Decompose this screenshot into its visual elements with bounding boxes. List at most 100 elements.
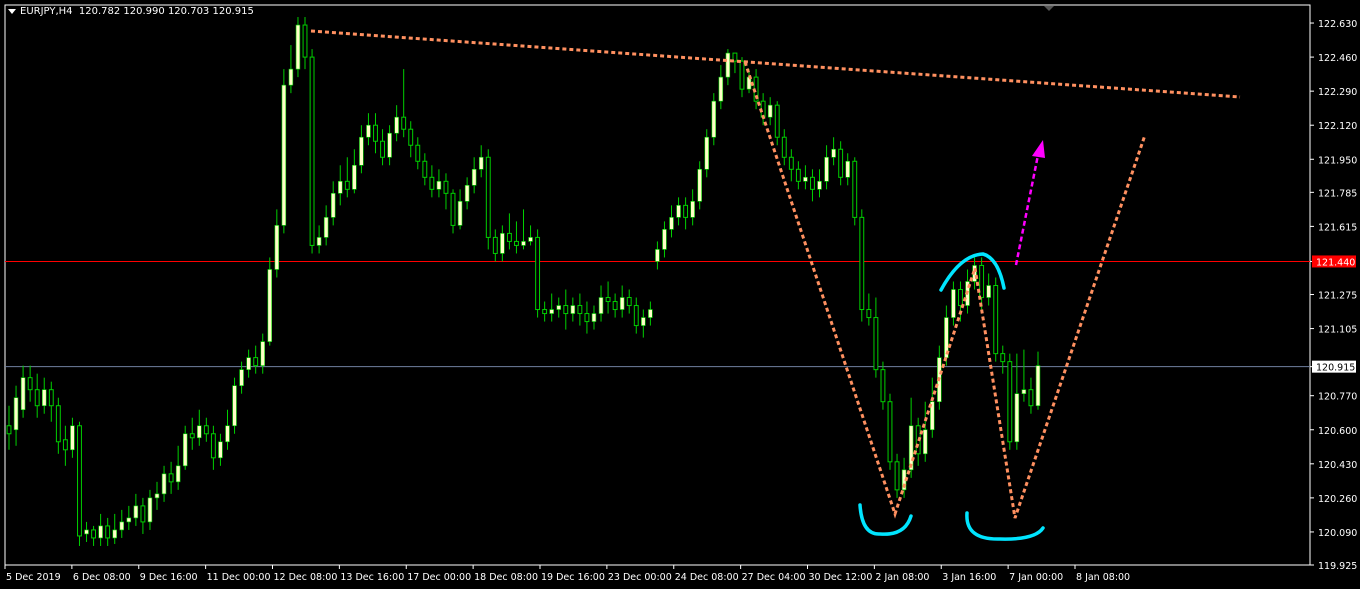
candle-body-bull[interactable] xyxy=(619,297,625,310)
candle-body-bear[interactable] xyxy=(584,313,590,323)
candle-body-bull[interactable] xyxy=(570,305,576,314)
candle-body-bear[interactable] xyxy=(993,285,999,355)
candle-body-bull[interactable] xyxy=(218,441,223,459)
candle-body-bull[interactable] xyxy=(225,425,230,443)
candle-body-bull[interactable] xyxy=(98,525,103,539)
candle-body-bear[interactable] xyxy=(859,216,865,311)
w-pattern-line[interactable] xyxy=(743,61,1147,519)
candle-body-bear[interactable] xyxy=(415,144,421,162)
candle-body-bull[interactable] xyxy=(274,225,280,270)
candle-body-bear[interactable] xyxy=(979,264,985,299)
candle-body-bear[interactable] xyxy=(344,180,350,190)
candle-body-bull[interactable] xyxy=(260,341,265,366)
candle-body-bull[interactable] xyxy=(330,193,336,218)
candle-body-bull[interactable] xyxy=(119,521,125,531)
breakout-arrow-line[interactable] xyxy=(1014,154,1040,266)
candle-body-bear[interactable] xyxy=(422,160,428,178)
candle-body-bull[interactable] xyxy=(387,132,392,158)
candle-body-bull[interactable] xyxy=(556,305,561,310)
candle-body-bull[interactable] xyxy=(323,217,329,238)
candle-body-bull[interactable] xyxy=(662,229,667,250)
candle-body-bull[interactable] xyxy=(182,433,188,467)
candle-body-bear[interactable] xyxy=(887,401,893,463)
candle-body-bear[interactable] xyxy=(408,128,414,146)
candle-body-bear[interactable] xyxy=(1028,389,1034,407)
candle-body-bear[interactable] xyxy=(210,433,216,459)
candle-body-bear[interactable] xyxy=(535,236,541,311)
candle-body-bear[interactable] xyxy=(781,136,787,158)
candle-body-bull[interactable] xyxy=(352,164,357,190)
candle-body-bull[interactable] xyxy=(711,100,717,138)
candle-body-bull[interactable] xyxy=(246,357,251,370)
candle-body-bear[interactable] xyxy=(852,160,858,218)
candle-body-bull[interactable] xyxy=(295,24,301,70)
candle-body-bear[interactable] xyxy=(492,236,498,254)
candle-body-bear[interactable] xyxy=(739,60,745,90)
candle-body-bull[interactable] xyxy=(824,156,829,182)
candle-body-bull[interactable] xyxy=(147,497,153,523)
candle-body-bull[interactable] xyxy=(175,465,181,483)
candle-body-bull[interactable] xyxy=(697,168,702,202)
candle-body-bull[interactable] xyxy=(648,309,653,318)
scroll-marker-icon[interactable] xyxy=(1044,6,1054,11)
candle-body-bear[interactable] xyxy=(485,156,491,238)
candle-body-bull[interactable] xyxy=(767,104,773,118)
candle-body-bull[interactable] xyxy=(133,505,139,519)
candle-body-bear[interactable] xyxy=(77,425,82,537)
candle-body-bull[interactable] xyxy=(922,429,928,455)
candle-body-bull[interactable] xyxy=(70,425,75,451)
candle-body-bear[interactable] xyxy=(810,176,815,190)
candle-body-bull[interactable] xyxy=(161,473,167,495)
candle-body-bull[interactable] xyxy=(676,205,681,218)
candle-body-bull[interactable] xyxy=(655,249,660,262)
candle-body-bull[interactable] xyxy=(366,124,371,138)
candle-body-bull[interactable] xyxy=(281,84,287,226)
candle-body-bear[interactable] xyxy=(894,461,900,491)
candle-body-bear[interactable] xyxy=(401,116,407,130)
candle-body-bear[interactable] xyxy=(309,56,315,246)
candle-body-bear[interactable] xyxy=(866,309,872,319)
candle-body-bear[interactable] xyxy=(880,369,886,403)
candle-body-bear[interactable] xyxy=(302,24,308,58)
candle-body-bull[interactable] xyxy=(598,297,604,314)
candle-body-bull[interactable] xyxy=(669,217,674,230)
candlestick-chart[interactable]: 122.630 122.460 122.290 122.120 121.950 121.7… xyxy=(0,0,1360,589)
candle-body-bull[interactable] xyxy=(986,285,991,298)
candle-body-bear[interactable] xyxy=(958,289,963,307)
candle-body-bull[interactable] xyxy=(20,377,26,411)
candle-body-bull[interactable] xyxy=(316,237,322,246)
candle-body-bear[interactable] xyxy=(189,433,195,439)
candle-body-bear[interactable] xyxy=(429,176,435,190)
candle-body-bear[interactable] xyxy=(443,180,449,194)
candle-body-bull[interactable] xyxy=(436,181,442,190)
candle-body-bear[interactable] xyxy=(1000,353,1006,363)
candle-body-bear[interactable] xyxy=(450,192,456,226)
candle-body-bull[interactable] xyxy=(84,529,89,535)
candle-body-bull[interactable] xyxy=(232,385,237,427)
candle-body-bull[interactable] xyxy=(641,317,646,326)
right-bottom-arc[interactable] xyxy=(965,511,1045,541)
candle-body-bear[interactable] xyxy=(795,168,801,182)
candle-body-bull[interactable] xyxy=(359,136,364,166)
left-bottom-arc[interactable] xyxy=(858,503,913,536)
candle-body-bull[interactable] xyxy=(908,425,914,471)
candle-body-bull[interactable] xyxy=(112,529,117,539)
candle-body-bull[interactable] xyxy=(845,160,850,178)
candle-body-bear[interactable] xyxy=(838,148,844,178)
candle-body-bull[interactable] xyxy=(154,493,160,499)
candle-body-bear[interactable] xyxy=(873,317,879,371)
candle-body-bear[interactable] xyxy=(563,305,569,315)
candle-body-bear[interactable] xyxy=(612,301,618,311)
candle-body-bull[interactable] xyxy=(1021,389,1027,394)
candle-body-bull[interactable] xyxy=(500,233,505,254)
candle-body-bull[interactable] xyxy=(521,241,526,246)
candle-body-bear[interactable] xyxy=(105,525,111,539)
candle-body-bear[interactable] xyxy=(380,140,385,158)
candle-body-bull[interactable] xyxy=(1035,365,1041,407)
candle-body-bear[interactable] xyxy=(506,232,512,242)
candle-body-bull[interactable] xyxy=(803,177,808,182)
candle-body-bull[interactable] xyxy=(951,289,956,318)
candle-body-bull[interactable] xyxy=(690,201,695,218)
candle-body-bull[interactable] xyxy=(704,136,709,170)
candle-body-bear[interactable] xyxy=(626,297,632,307)
